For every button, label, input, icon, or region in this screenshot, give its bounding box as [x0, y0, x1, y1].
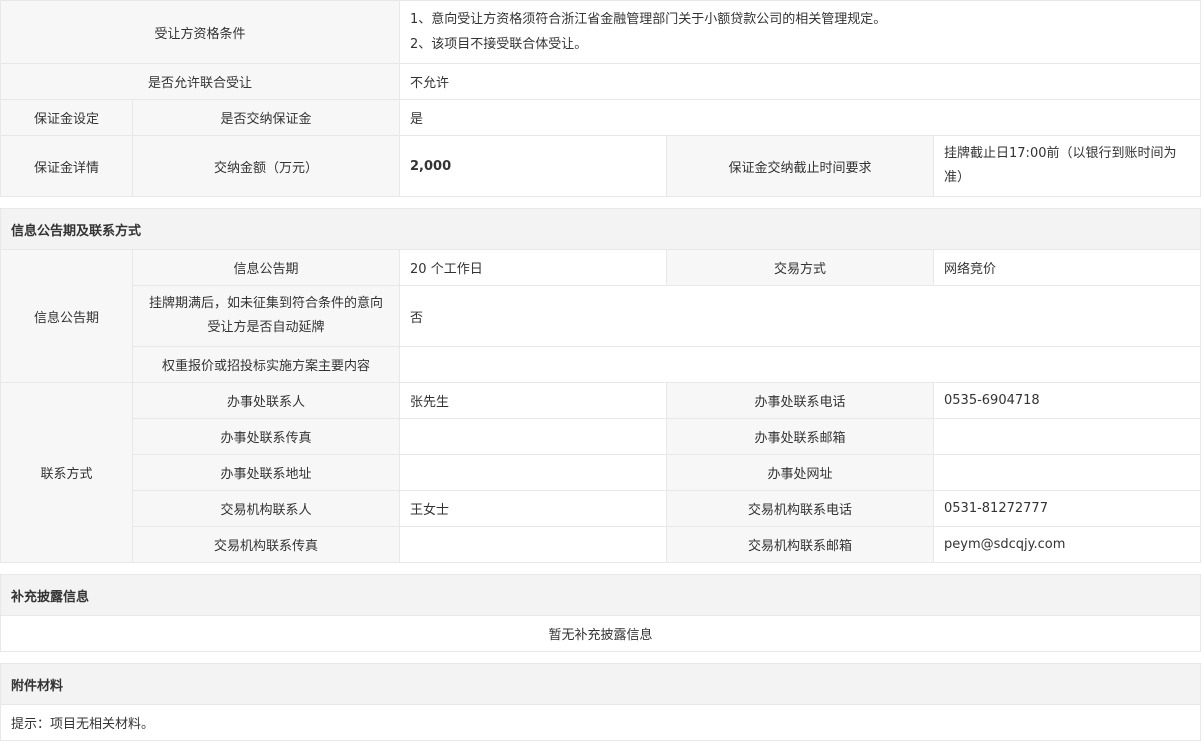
agency-phone-label: 交易机构联系电话: [666, 490, 935, 527]
supplement-empty-text: 暂无补充披露信息: [0, 615, 1202, 652]
announcement-period-label: 信息公告期: [131, 249, 401, 286]
auto-extend-label: 挂牌期满后，如未征集到符合条件的意向受让方是否自动延牌: [131, 285, 401, 347]
consortium-value: 不允许: [399, 63, 1202, 100]
trade-method-label: 交易方式: [666, 249, 935, 286]
deposit-amount-label: 交纳金额（万元）: [131, 135, 401, 197]
agency-email-label: 交易机构联系邮箱: [666, 526, 935, 563]
spacer: [0, 196, 1201, 209]
row-agency-fax: 交易机构联系传真 交易机构联系邮箱 peym@sdcqjy.com: [1, 526, 1202, 563]
deposit-require-label: 是否交纳保证金: [131, 99, 401, 136]
agency-email-value: peym@sdcqjy.com: [933, 526, 1202, 563]
qualification-value: 1、意向受让方资格须符合浙江省金融管理部门关于小额贷款公司的相关管理规定。 2、…: [399, 0, 1202, 64]
attachments-hint-text: 提示：项目无相关材料。: [0, 704, 1202, 741]
deposit-deadline-value: 挂牌截止日17:00前（以银行到账时间为准）: [933, 135, 1202, 197]
section-announcement: 信息公告期及联系方式: [0, 208, 1202, 250]
section-attachments: 附件材料: [0, 663, 1202, 705]
row-deposit-setting: 保证金设定 是否交纳保证金 是: [0, 99, 1202, 136]
agency-fax-value: [399, 526, 668, 563]
consortium-label: 是否允许联合受让: [0, 63, 401, 100]
office-address-value: [399, 454, 668, 491]
section-title-attachments: 附件材料: [0, 663, 1202, 705]
agency-fax-label: 交易机构联系传真: [131, 526, 401, 563]
office-person-value: 张先生: [399, 382, 668, 419]
auto-extend-value: 否: [399, 285, 1202, 347]
trade-method-value: 网络竞价: [933, 249, 1202, 286]
row-office-person: 联系方式 办事处联系人 张先生 办事处联系电话 0535-6904718: [0, 382, 1202, 563]
weight-plan-value: [399, 346, 1202, 383]
office-address-label: 办事处联系地址: [131, 454, 401, 491]
office-phone-label: 办事处联系电话: [666, 382, 935, 419]
deposit-deadline-label: 保证金交纳截止时间要求: [666, 135, 935, 197]
announcement-group-label: 信息公告期: [0, 249, 133, 383]
row-announcement-period: 信息公告期 信息公告期 20 个工作日 交易方式 网络竞价: [0, 249, 1202, 383]
office-website-label: 办事处网址: [666, 454, 935, 491]
row-office-address: 办事处联系地址 办事处网址: [1, 454, 1202, 491]
agency-phone-value: 0531-81272777: [933, 490, 1202, 527]
section-supplement: 补充披露信息: [0, 574, 1202, 616]
spacer: [0, 562, 1201, 575]
section-title-supplement: 补充披露信息: [0, 574, 1202, 616]
qualification-line-1: 1、意向受让方资格须符合浙江省金融管理部门关于小额贷款公司的相关管理规定。: [410, 12, 887, 27]
deposit-amount-value: 2,000: [399, 135, 668, 197]
row-attachments-hint: 提示：项目无相关材料。: [0, 704, 1202, 741]
row-office-fax: 办事处联系传真 办事处联系邮箱: [1, 418, 1202, 455]
office-website-value: [933, 454, 1202, 491]
row-weight-plan: 权重报价或招投标实施方案主要内容: [1, 346, 1202, 383]
deposit-require-value: 是: [399, 99, 1202, 136]
agency-person-label: 交易机构联系人: [131, 490, 401, 527]
announcement-period-value: 20 个工作日: [399, 249, 668, 286]
office-email-label: 办事处联系邮箱: [666, 418, 935, 455]
row-agency-person: 交易机构联系人 王女士 交易机构联系电话 0531-81272777: [1, 490, 1202, 527]
row-qualification: 受让方资格条件 1、意向受让方资格须符合浙江省金融管理部门关于小额贷款公司的相关…: [0, 0, 1202, 64]
weight-plan-label: 权重报价或招投标实施方案主要内容: [131, 346, 401, 383]
spacer: [0, 651, 1201, 664]
row-auto-extend: 挂牌期满后，如未征集到符合条件的意向受让方是否自动延牌 否: [1, 285, 1202, 347]
office-person-label: 办事处联系人: [131, 382, 401, 419]
office-phone-value: 0535-6904718: [933, 382, 1202, 419]
row-consortium: 是否允许联合受让 不允许: [0, 63, 1202, 100]
section-title-announcement: 信息公告期及联系方式: [0, 208, 1202, 250]
office-fax-label: 办事处联系传真: [131, 418, 401, 455]
qualification-line-2: 2、该项目不接受联合体受让。: [410, 37, 588, 52]
office-email-value: [933, 418, 1202, 455]
detail-table: 受让方资格条件 1、意向受让方资格须符合浙江省金融管理部门关于小额贷款公司的相关…: [0, 0, 1202, 741]
row-supplement-empty: 暂无补充披露信息: [0, 615, 1202, 652]
deposit-setting-label: 保证金设定: [0, 99, 133, 136]
row-deposit-detail: 保证金详情 交纳金额（万元） 2,000 保证金交纳截止时间要求 挂牌截止日17…: [0, 135, 1202, 197]
qualification-label: 受让方资格条件: [0, 0, 401, 64]
office-fax-value: [399, 418, 668, 455]
contact-group-label: 联系方式: [0, 382, 133, 563]
deposit-detail-label: 保证金详情: [0, 135, 133, 197]
agency-person-value: 王女士: [399, 490, 668, 527]
